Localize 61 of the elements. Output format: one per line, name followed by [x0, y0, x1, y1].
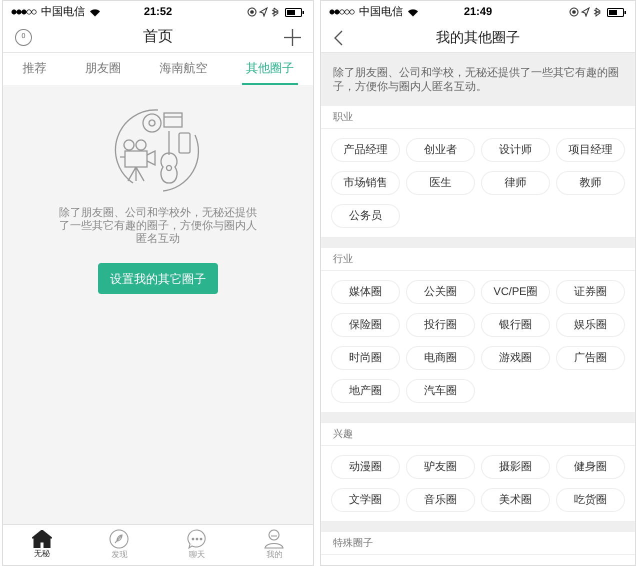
circle-tag[interactable]: 设计师: [481, 138, 550, 162]
carrier-name: 中国电信: [41, 4, 85, 20]
circle-tag[interactable]: 律师: [481, 171, 550, 195]
signal-icon: [11, 9, 37, 15]
circle-tag[interactable]: 电商圈: [406, 346, 475, 370]
circle-tag[interactable]: 游戏圈: [481, 346, 550, 370]
circle-tag[interactable]: 健身圈: [556, 455, 625, 479]
circle-tag[interactable]: 证券圈: [556, 280, 625, 304]
circle-tag[interactable]: 汽车圈: [406, 379, 475, 403]
signal-icon: [329, 9, 355, 15]
circle-tag[interactable]: 时尚圈: [331, 346, 400, 370]
bottom-tab[interactable]: 无秘: [16, 530, 67, 560]
notice-text: 除了朋友圈、公司和学校，无秘还提供了一些其它有趣的圈子，方便你与圈内人匿名互动。: [321, 53, 635, 106]
clock-time: 21:49: [464, 4, 492, 20]
plus-icon[interactable]: [284, 29, 301, 46]
battery-icon: [606, 8, 627, 16]
circle-tag[interactable]: 摄影圈: [481, 455, 550, 479]
circle-tag[interactable]: 动漫圈: [331, 455, 400, 479]
home-icon: [32, 530, 52, 548]
back-icon[interactable]: [333, 30, 343, 46]
circle-tag[interactable]: 吃货圈: [556, 488, 625, 512]
status-icons-drawing: [568, 7, 603, 17]
chat-bubble-icon: [186, 529, 207, 549]
circle-tag[interactable]: 媒体圈: [331, 280, 400, 304]
circle-tag[interactable]: 银行圈: [481, 313, 550, 337]
circle-tag[interactable]: 音乐圈: [406, 488, 475, 512]
circle-tag[interactable]: 保险圈: [331, 313, 400, 337]
circle-tag[interactable]: 驴友圈: [406, 455, 475, 479]
wifi-icon: [407, 8, 419, 16]
tab[interactable]: 朋友圈: [80, 53, 125, 85]
circle-tag[interactable]: 广告圈: [556, 346, 625, 370]
circle-tag[interactable]: 创业者: [406, 138, 475, 162]
carrier-name: 中国电信: [359, 4, 403, 20]
tab[interactable]: 推荐: [18, 53, 50, 85]
status-icons-drawing: [246, 7, 281, 17]
screen-title: 我的其他圈子: [435, 28, 521, 47]
circle-tag[interactable]: 美术圈: [481, 488, 550, 512]
circle-tag[interactable]: 娱乐圈: [556, 313, 625, 337]
section-title: 兴趣: [333, 428, 353, 442]
circle-tag[interactable]: 地产圈: [331, 379, 400, 403]
circle-tag[interactable]: 市场销售: [331, 171, 400, 195]
section-title: 特殊圈子: [333, 536, 373, 550]
clock-time: 21:52: [144, 4, 172, 20]
circle-tag[interactable]: 项目经理: [556, 138, 625, 162]
feather-icon: [109, 529, 130, 549]
tab[interactable]: 海南航空: [155, 53, 212, 85]
circle-tag[interactable]: 公关圈: [406, 280, 475, 304]
circle-tag[interactable]: 投行圈: [406, 313, 475, 337]
circle-tag[interactable]: 产品经理: [331, 138, 400, 162]
circle-tag[interactable]: 教师: [556, 171, 625, 195]
circle-tag[interactable]: 文学圈: [331, 488, 400, 512]
person-icon: [264, 529, 284, 549]
circle-tag[interactable]: 公务员: [331, 204, 400, 228]
battery-icon: [284, 8, 305, 16]
circle-tag[interactable]: 医生: [406, 171, 475, 195]
circle-tag[interactable]: VC/PE圈: [481, 280, 550, 304]
section-title: 行业: [333, 252, 353, 266]
wifi-icon: [89, 8, 101, 16]
section-title: 职业: [333, 110, 353, 124]
empty-state-message: 除了朋友圈、公司和学校外，无秘还提供了一些其它有趣的圈子，方便你与圈内人匿名互动: [58, 207, 258, 246]
screen-title: 首页: [143, 27, 173, 48]
